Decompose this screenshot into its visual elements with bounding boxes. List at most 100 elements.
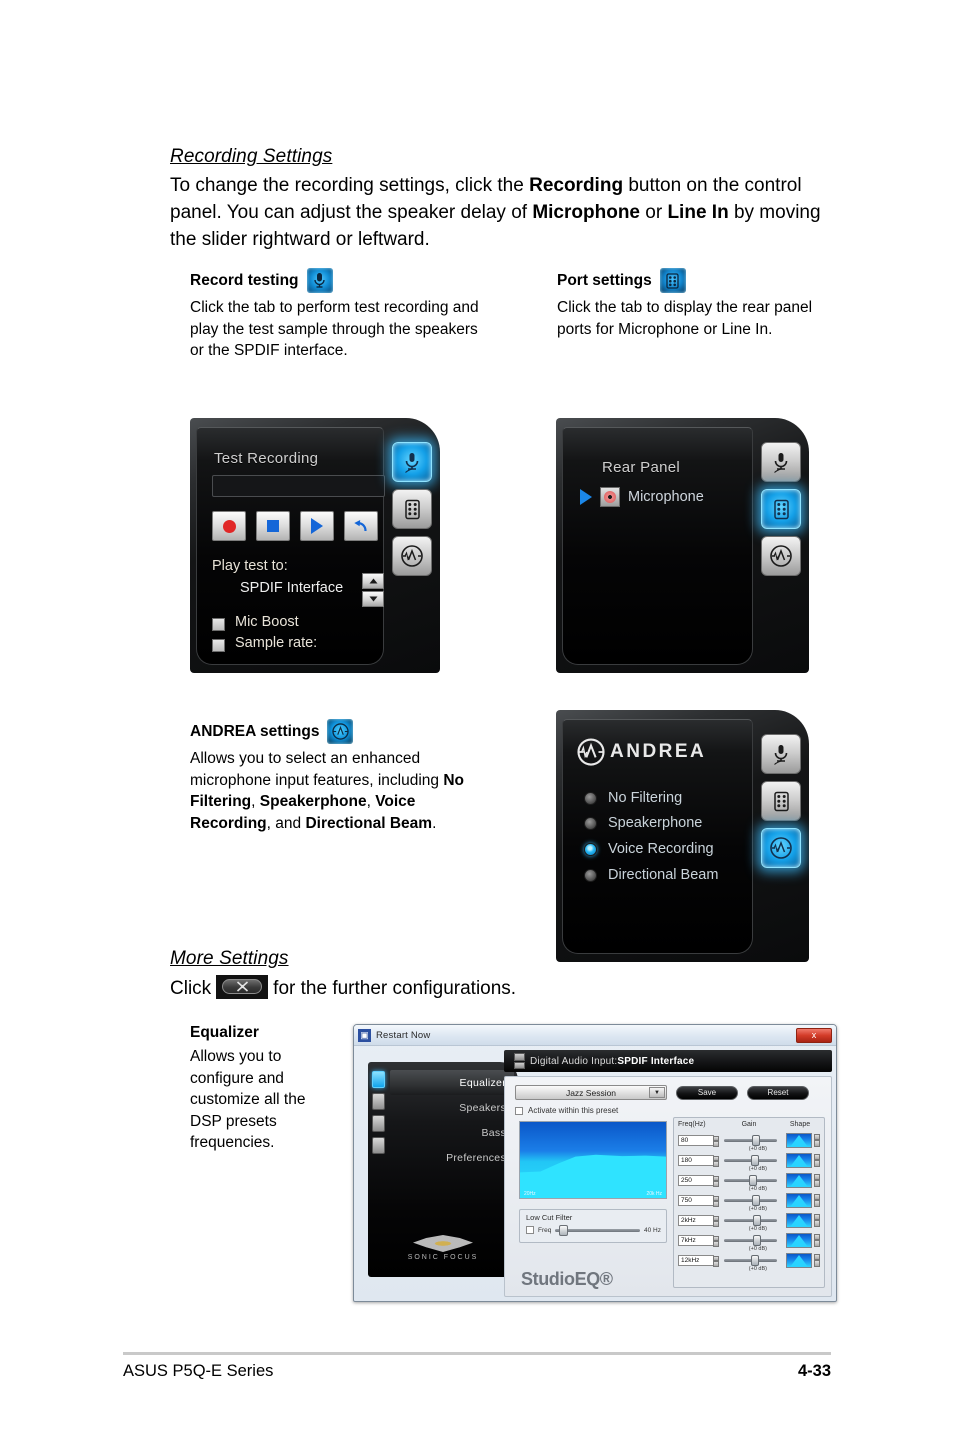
band-freq-stepper[interactable] (713, 1235, 719, 1247)
rear-panel-port-row[interactable]: Microphone (580, 487, 704, 507)
band-freq-field[interactable]: 180 (678, 1154, 719, 1167)
para-bold-recording: Recording (529, 175, 624, 196)
band-gain-slider[interactable]: (+0 dB) (724, 1134, 777, 1152)
andrea-option-voice-recording[interactable]: Voice Recording (584, 841, 714, 857)
band-gain-track (724, 1238, 777, 1242)
tab-record-testing[interactable] (392, 442, 432, 482)
graph-left-label: 20Hz (524, 1191, 536, 1197)
band-freq-field[interactable]: 250 (678, 1174, 719, 1187)
band-shape-stepper[interactable] (814, 1213, 820, 1227)
eq-nav-item-preferences[interactable]: Preferences (390, 1145, 514, 1170)
band-shape-preview[interactable] (786, 1132, 812, 1148)
stepper-down[interactable] (362, 591, 384, 607)
band-shape-preview[interactable] (786, 1152, 812, 1168)
more-settings-button[interactable] (216, 974, 269, 999)
band-shape-stepper[interactable] (814, 1153, 820, 1167)
activate-preset-checkbox[interactable] (515, 1106, 523, 1115)
band-shape-preview[interactable] (786, 1252, 812, 1268)
band-gain-slider[interactable]: (+0 dB) (724, 1214, 777, 1232)
band-freq-field[interactable]: 7kHz (678, 1234, 719, 1247)
stepper-up[interactable] (362, 573, 384, 589)
band-gain-track (724, 1138, 777, 1142)
band-gain-knob[interactable] (750, 1254, 759, 1266)
band-shape-preview[interactable] (786, 1192, 812, 1208)
band-freq-stepper[interactable] (713, 1195, 719, 1207)
band-gain-knob[interactable] (751, 1194, 760, 1206)
band-shape-stepper[interactable] (814, 1233, 820, 1247)
band-gain-slider[interactable]: (+0 dB) (724, 1234, 777, 1252)
chevron-down-icon[interactable]: ▼ (649, 1087, 665, 1098)
eq-nav-item-speakers[interactable]: Speakers (390, 1095, 514, 1120)
band-gain-slider[interactable]: (+0 dB) (724, 1174, 777, 1192)
band-gain-knob[interactable] (753, 1214, 762, 1226)
band-shape-stepper[interactable] (814, 1173, 820, 1187)
mic-boost-checkbox[interactable] (212, 618, 225, 631)
led-preferences[interactable] (372, 1137, 385, 1154)
band-gain-knob[interactable] (750, 1154, 759, 1166)
led-equalizer[interactable] (372, 1071, 385, 1088)
tab-port-settings[interactable] (761, 489, 801, 529)
mic-boost-label: Mic Boost (235, 614, 299, 630)
andrea-option-directional-beam[interactable]: Directional Beam (584, 867, 718, 883)
band-freq-stepper[interactable] (713, 1175, 719, 1187)
band-freq-stepper[interactable] (713, 1255, 719, 1267)
band-freq-field[interactable]: 2kHz (678, 1214, 719, 1227)
record-testing-description: Click the tab to perform test recording … (190, 299, 479, 359)
eq-nav-item-bass[interactable]: Bass (390, 1120, 514, 1145)
band-gain-slider[interactable]: (+0 dB) (724, 1254, 777, 1272)
band-shape-preview[interactable] (786, 1212, 812, 1228)
tab-andrea[interactable] (761, 536, 801, 576)
band-freq-stepper[interactable] (713, 1215, 719, 1227)
band-gain-knob[interactable] (748, 1174, 757, 1186)
low-cut-slider[interactable] (555, 1224, 641, 1236)
band-freq-stepper[interactable] (713, 1135, 719, 1147)
radio-icon (584, 816, 597, 830)
andrea-option-no-filtering[interactable]: No Filtering (584, 790, 682, 806)
para-bold-linein: Line In (667, 202, 729, 223)
eq-nav-item-equalizer[interactable]: Equalizer (390, 1070, 514, 1095)
band-shape-stepper[interactable] (814, 1253, 820, 1267)
band-gain-value: (+0 dB) (748, 1185, 767, 1192)
close-button[interactable]: x (796, 1027, 832, 1043)
low-cut-freq-checkbox[interactable] (526, 1226, 534, 1234)
band-shape-preview[interactable] (786, 1232, 812, 1248)
low-cut-slider-knob[interactable] (558, 1224, 568, 1236)
save-button[interactable]: Save (676, 1085, 738, 1100)
tab-record-testing[interactable] (761, 734, 801, 774)
eq-window-title: Restart Now (376, 1029, 431, 1041)
input-stepper[interactable] (514, 1053, 525, 1069)
tab-andrea[interactable] (392, 536, 432, 576)
tab-port-settings[interactable] (761, 781, 801, 821)
preset-dropdown[interactable]: Jazz Session ▼ (515, 1085, 667, 1100)
band-gain-knob[interactable] (751, 1134, 760, 1146)
activate-preset-row[interactable]: Activate within this preset (515, 1106, 618, 1115)
band-shape-stepper[interactable] (814, 1193, 820, 1207)
tab-andrea[interactable] (761, 828, 801, 868)
reset-button[interactable]: Reset (747, 1085, 809, 1100)
band-freq-field[interactable]: 80 (678, 1134, 719, 1147)
undo-arrow-icon (354, 519, 367, 531)
sample-rate-checkbox[interactable] (212, 639, 225, 652)
eq-window-titlebar: ▣ Restart Now x (354, 1025, 836, 1046)
band-freq-field[interactable]: 750 (678, 1194, 719, 1207)
tab-port-settings[interactable] (392, 489, 432, 529)
band-shape-preview[interactable] (786, 1172, 812, 1188)
band-gain-slider[interactable]: (+0 dB) (724, 1154, 777, 1172)
reset-button[interactable] (344, 511, 378, 541)
record-button[interactable] (212, 511, 246, 541)
andrea-option-speakerphone[interactable]: Speakerphone (584, 815, 702, 831)
led-bass[interactable] (372, 1115, 385, 1132)
band-freq-stepper[interactable] (713, 1155, 719, 1167)
band-gain-slider[interactable]: (+0 dB) (724, 1194, 777, 1212)
microphone-jack-icon (600, 487, 620, 507)
play-button[interactable] (300, 511, 334, 541)
footer-page-number: 4-33 (797, 1362, 831, 1380)
band-gain-knob[interactable] (752, 1234, 761, 1246)
play-test-to-stepper[interactable] (362, 573, 384, 607)
band-freq-field[interactable]: 12kHz (678, 1254, 719, 1267)
tab-record-testing[interactable] (761, 442, 801, 482)
stop-button[interactable] (256, 511, 290, 541)
band-shape-stepper[interactable] (814, 1133, 820, 1147)
led-speakers[interactable] (372, 1093, 385, 1110)
radio-icon (584, 868, 597, 882)
